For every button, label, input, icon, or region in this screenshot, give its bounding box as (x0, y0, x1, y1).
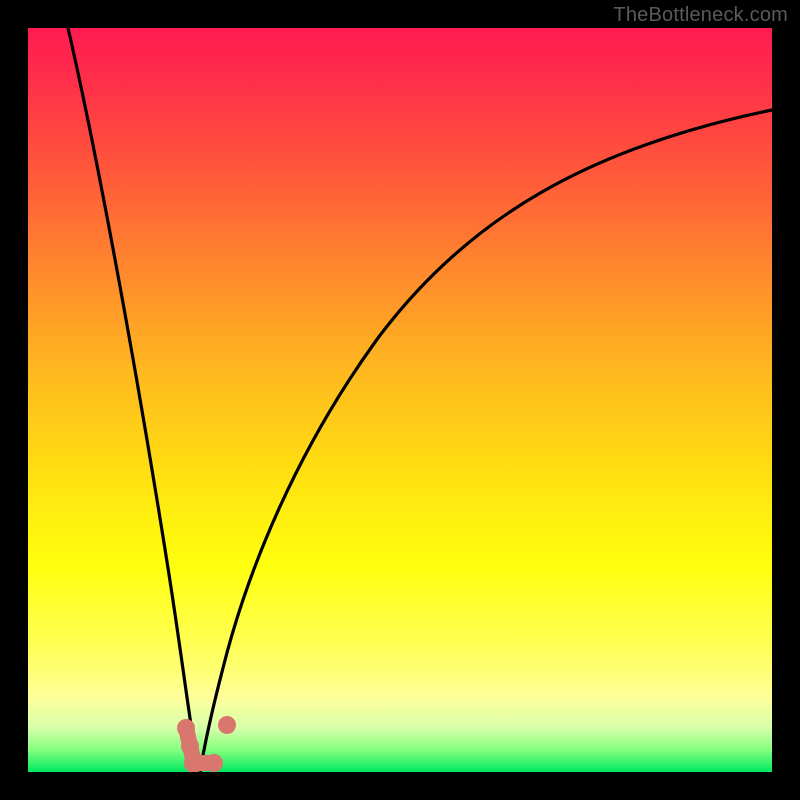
curve-left-branch (68, 28, 200, 772)
marker-dot (177, 719, 195, 737)
watermark-text: TheBottleneck.com (613, 4, 788, 27)
marker-dot-upper-right (218, 716, 236, 734)
marker-dot (205, 754, 223, 772)
curve-layer (28, 28, 772, 772)
plot-area (28, 28, 772, 772)
marker-dot (181, 737, 199, 755)
curve-right-branch (200, 110, 772, 772)
